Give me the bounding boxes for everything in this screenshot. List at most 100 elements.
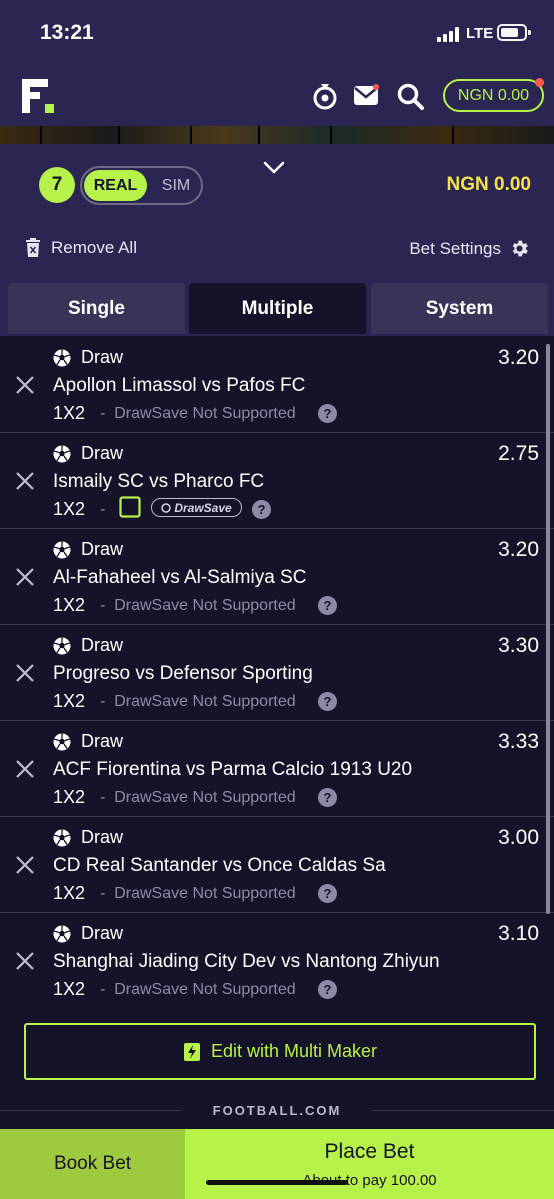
selection-row: Draw 3.33 ACF Fiorentina vs Parma Calcio… — [0, 721, 554, 817]
selection-outcome: Draw — [81, 923, 124, 943]
selection-match: ACF Fiorentina vs Parma Calcio 1913 U20 — [53, 759, 413, 780]
remove-all-label: Remove All — [51, 238, 137, 257]
selection-count-badge: 7 — [39, 167, 75, 203]
selection-market: 1X2 — [53, 979, 86, 999]
battery-icon — [497, 24, 531, 41]
tab-multiple[interactable]: Multiple — [189, 283, 366, 334]
soccer-ball-icon — [53, 541, 71, 559]
account-balance-button[interactable]: NGN 0.00 — [443, 78, 544, 112]
soccer-ball-icon — [53, 733, 71, 751]
promo-banner-strip[interactable] — [0, 126, 554, 144]
selection-row: Draw 3.00 CD Real Santander vs Once Cald… — [0, 817, 554, 913]
selection-outcome: Draw — [81, 827, 124, 847]
selection-row: Draw 3.20 Al-Fahaheel vs Al-Salmiya SC 1… — [0, 529, 554, 625]
mail-icon[interactable] — [354, 84, 380, 106]
home-indicator[interactable] — [206, 1180, 348, 1185]
soccer-ball-icon — [53, 445, 71, 463]
selection-row: Draw 3.10 Shanghai Jiading City Dev vs N… — [0, 913, 554, 1009]
scrollbar[interactable] — [546, 344, 550, 914]
real-sim-toggle[interactable]: REAL SIM — [80, 166, 203, 205]
close-icon[interactable] — [15, 663, 35, 683]
selection-match: Shanghai Jiading City Dev vs Nantong Zhi… — [53, 951, 440, 972]
selection-market: 1X2 — [53, 595, 86, 615]
place-bet-button[interactable]: Place Bet About to pay 100.00 — [185, 1129, 554, 1199]
close-icon[interactable] — [15, 855, 35, 875]
close-icon[interactable] — [15, 471, 35, 491]
drawsave-status-label: DrawSave Not Supported — [114, 789, 296, 806]
close-icon[interactable] — [15, 567, 35, 587]
selection-row: Draw 3.20 Apollon Limassol vs Pafos FC 1… — [0, 337, 554, 433]
help-icon[interactable]: ? — [318, 884, 337, 903]
selection-odds: 3.10 — [498, 922, 539, 945]
notification-dot — [535, 78, 544, 87]
sim-mode-option[interactable]: SIM — [152, 170, 200, 201]
help-icon[interactable]: ? — [318, 980, 337, 999]
help-icon[interactable]: ? — [318, 788, 337, 807]
help-icon[interactable]: ? — [318, 692, 337, 711]
wheel-icon[interactable] — [312, 82, 338, 110]
brand-wordmark: FOOTBALL.COM — [182, 1103, 372, 1118]
selection-row: Draw 3.30 Progreso vs Defensor Sporting … — [0, 625, 554, 721]
selection-market: 1X2 — [53, 883, 86, 903]
signal-icon — [437, 26, 463, 42]
separator-dash: - — [100, 501, 106, 518]
drawsave-badge-label: DrawSave — [174, 500, 232, 515]
drawsave-status: - DrawSave Not Supported — [100, 597, 296, 615]
multi-maker-label: Edit with Multi Maker — [210, 1041, 378, 1061]
close-icon[interactable] — [15, 951, 35, 971]
separator-dash: - — [100, 981, 106, 998]
drawsave-status: - DrawSave Not Supported — [100, 405, 296, 423]
trash-icon — [26, 238, 40, 257]
book-bet-label: Book Bet — [53, 1153, 132, 1174]
drawsave-status-label: DrawSave Not Supported — [114, 981, 296, 998]
selection-odds: 3.20 — [498, 538, 539, 561]
tab-single[interactable]: Single — [8, 283, 185, 334]
bet-settings-label: Bet Settings — [409, 238, 501, 258]
logo-icon[interactable] — [22, 79, 54, 113]
real-mode-option[interactable]: REAL — [84, 170, 147, 201]
chevron-down-icon[interactable] — [262, 160, 286, 176]
book-bet-button[interactable]: Book Bet — [0, 1129, 185, 1199]
help-icon[interactable]: ? — [318, 404, 337, 423]
soccer-ball-icon — [53, 637, 71, 655]
selection-market: 1X2 — [53, 787, 86, 807]
drawsave-status-label: DrawSave Not Supported — [114, 597, 296, 614]
separator-dash: - — [100, 885, 106, 902]
bet-settings-button[interactable]: Bet Settings — [409, 238, 530, 259]
separator-dash: - — [100, 789, 106, 806]
tab-system[interactable]: System — [371, 283, 548, 334]
help-icon[interactable]: ? — [318, 596, 337, 615]
close-icon[interactable] — [15, 375, 35, 395]
account-balance-label: NGN 0.00 — [457, 86, 530, 104]
drawsave-checkbox[interactable] — [119, 496, 141, 518]
search-icon[interactable] — [397, 83, 424, 110]
soccer-ball-icon — [53, 829, 71, 847]
multi-maker-button[interactable]: Edit with Multi Maker — [24, 1023, 536, 1080]
selection-outcome: Draw — [81, 347, 124, 367]
selection-match: Apollon Limassol vs Pafos FC — [53, 375, 306, 396]
drawsave-status: - DrawSave Not Supported — [100, 693, 296, 711]
selection-odds: 3.33 — [498, 730, 539, 753]
help-icon[interactable]: ? — [252, 500, 271, 519]
selection-market: 1X2 — [53, 403, 86, 423]
separator-dash: - — [100, 693, 106, 710]
selection-outcome: Draw — [81, 539, 124, 559]
selection-market: 1X2 — [53, 691, 86, 711]
separator-dash: - — [100, 597, 106, 614]
status-time: 13:21 — [40, 21, 94, 44]
soccer-ball-icon — [53, 925, 71, 943]
separator-dash: - — [100, 405, 106, 422]
drawsave-badge: DrawSave — [151, 498, 242, 517]
selection-outcome: Draw — [81, 635, 124, 655]
selection-match: Progreso vs Defensor Sporting — [53, 663, 313, 684]
selection-match: Ismaily SC vs Pharco FC — [53, 471, 265, 492]
selection-odds: 3.30 — [498, 634, 539, 657]
remove-all-button[interactable]: Remove All — [25, 238, 137, 258]
gear-icon — [512, 240, 528, 257]
selection-outcome: Draw — [81, 731, 124, 751]
close-icon[interactable] — [15, 759, 35, 779]
selection-odds: 2.75 — [498, 442, 539, 465]
drawsave-status: - DrawSave Not Supported — [100, 981, 296, 999]
drawsave-status: - DrawSave Not Supported — [100, 885, 296, 903]
soccer-ball-icon — [53, 349, 71, 367]
